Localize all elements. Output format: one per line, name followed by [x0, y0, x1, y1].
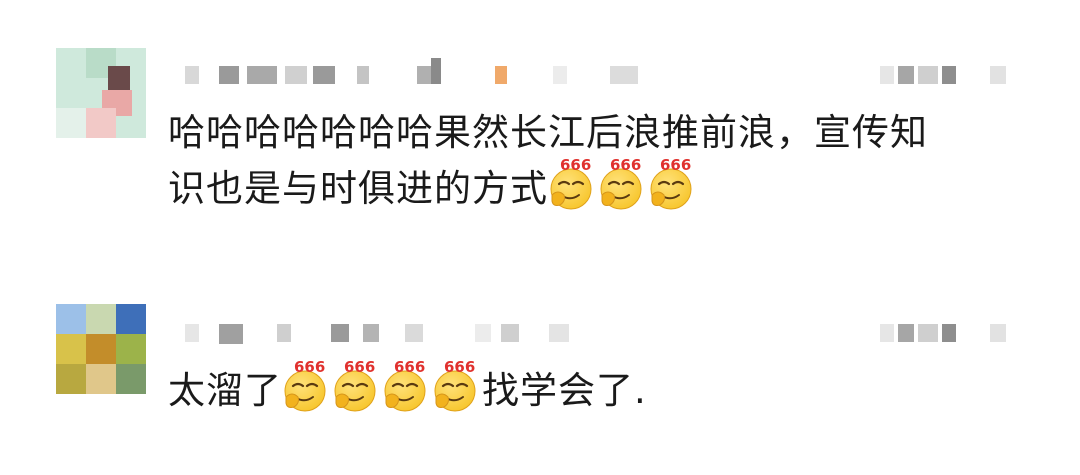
- comment-text-start: 太溜了: [168, 369, 282, 412]
- emoji-group: 666 666 666: [548, 157, 698, 211]
- comment-text-line-2: 识也是与时俱进的方式 666 666 666: [168, 157, 928, 217]
- comment-2: 太溜了 666 666 666 666 找学会了.: [0, 240, 1080, 475]
- 666-emoji: 666: [648, 157, 694, 211]
- comment-text: 哈哈哈哈哈哈哈果然长江后浪推前浪，宣传知 识也是与时俱进的方式 666 666 …: [168, 105, 928, 217]
- emoji-badge-text: 666: [444, 358, 476, 376]
- emoji-badge-text: 666: [660, 156, 692, 174]
- 666-emoji: 666: [598, 157, 644, 211]
- emoji-badge-text: 666: [610, 156, 642, 174]
- username-redacted: [185, 324, 585, 344]
- 666-emoji: 666: [548, 157, 594, 211]
- timestamp-redacted: [880, 66, 1010, 84]
- comment-text-line-2-text: 识也是与时俱进的方式: [168, 167, 548, 210]
- 666-emoji: 666: [432, 359, 478, 413]
- 666-emoji: 666: [332, 359, 378, 413]
- avatar[interactable]: [56, 304, 146, 394]
- avatar[interactable]: [56, 48, 146, 138]
- timestamp-redacted: [880, 324, 1010, 342]
- comment-text: 太溜了 666 666 666 666 找学会了.: [168, 359, 647, 419]
- emoji-badge-text: 666: [394, 358, 426, 376]
- username-redacted: [185, 58, 645, 84]
- emoji-group: 666 666 666 666: [282, 359, 482, 413]
- comment-text-end: 找学会了.: [482, 369, 647, 412]
- comment-text-line-1: 哈哈哈哈哈哈哈果然长江后浪推前浪，宣传知: [168, 111, 928, 154]
- 666-emoji: 666: [282, 359, 328, 413]
- comment-1: 哈哈哈哈哈哈哈果然长江后浪推前浪，宣传知 识也是与时俱进的方式 666 666 …: [0, 0, 1080, 240]
- emoji-badge-text: 666: [294, 358, 326, 376]
- emoji-badge-text: 666: [560, 156, 592, 174]
- emoji-badge-text: 666: [344, 358, 376, 376]
- 666-emoji: 666: [382, 359, 428, 413]
